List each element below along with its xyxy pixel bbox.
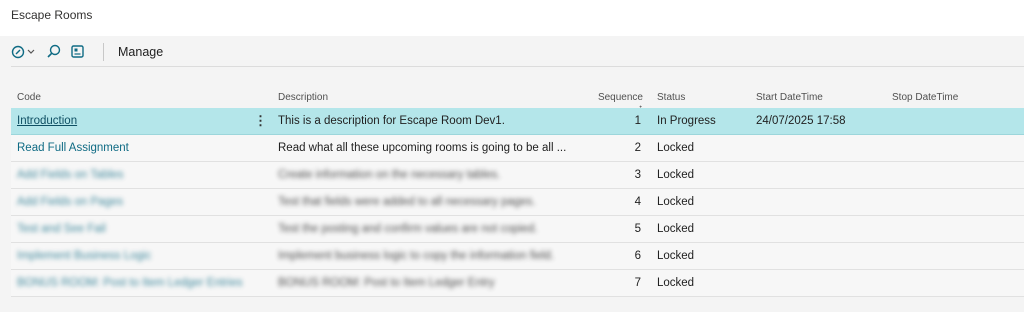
action-bar: Manage (11, 38, 1024, 67)
row-status: In Progress (657, 115, 716, 127)
row-sequence: 5 (634, 223, 641, 235)
row-sequence: 1 (634, 115, 641, 127)
row-actions-icon[interactable]: ⋮ (254, 113, 267, 129)
row-code-link[interactable]: Test and See Fail (17, 223, 106, 235)
table-row[interactable]: Read Full Assignment Read what all these… (11, 135, 1024, 162)
column-header-status[interactable]: Status (657, 92, 685, 103)
row-sequence: 6 (634, 250, 641, 262)
table-row[interactable]: Implement Business Logic Implement busin… (11, 243, 1024, 270)
column-header-stop-datetime[interactable]: Stop DateTime (892, 92, 958, 103)
row-description: Test that fields were added to all neces… (278, 196, 536, 208)
row-status: Locked (657, 250, 695, 262)
row-description: This is a description for Escape Room De… (278, 115, 505, 127)
row-status: Locked (657, 277, 695, 289)
row-description: Test the posting and confirm values are … (278, 223, 538, 235)
row-description: Implement business logic to copy the inf… (278, 250, 555, 262)
table-row[interactable]: Test and See Fail Test the posting and c… (11, 216, 1024, 243)
row-description: BONUS ROOM: Post to Item Ledger Entry (278, 277, 495, 289)
row-sequence: 2 (634, 142, 641, 154)
row-code-link[interactable]: Read Full Assignment (17, 142, 129, 154)
row-code-link[interactable]: Implement Business Logic (17, 250, 151, 262)
column-header-start-datetime[interactable]: Start DateTime (756, 92, 823, 103)
toolbar-divider (103, 43, 104, 61)
column-header-code[interactable]: Code (17, 92, 41, 103)
manage-menu[interactable]: Manage (118, 45, 163, 59)
row-status: Locked (657, 142, 695, 154)
row-sequence: 7 (634, 277, 641, 289)
row-sequence: 3 (634, 169, 641, 181)
row-code-link[interactable]: Introduction (17, 115, 77, 127)
table-row[interactable]: Add Fields on Tables Create information … (11, 162, 1024, 189)
column-header-description[interactable]: Description (278, 92, 328, 103)
table-row[interactable]: Introduction ⋮ This is a description for… (11, 108, 1024, 135)
row-code-link[interactable]: Add Fields on Pages (17, 196, 123, 208)
row-sequence: 4 (634, 196, 641, 208)
row-code-link[interactable]: Add Fields on Tables (17, 169, 124, 181)
search-icon[interactable] (45, 41, 63, 63)
row-status: Locked (657, 223, 695, 235)
sequence-label: Sequence (597, 92, 643, 103)
table-row[interactable]: BONUS ROOM: Post to Item Ledger Entries … (11, 270, 1024, 297)
escape-rooms-list: Code Description Sequence ↑ Status Start… (11, 88, 1024, 297)
row-status: Locked (657, 196, 695, 208)
row-start-datetime: 24/07/2025 17:58 (756, 115, 846, 127)
table-row[interactable]: Add Fields on Pages Test that fields wer… (11, 189, 1024, 216)
edit-list-icon[interactable] (69, 41, 87, 63)
row-description: Create information on the necessary tabl… (278, 169, 501, 181)
row-code-link[interactable]: BONUS ROOM: Post to Item Ledger Entries (17, 277, 243, 289)
copilot-icon[interactable] (11, 41, 39, 63)
page-title: Escape Rooms (0, 0, 1024, 36)
row-status: Locked (657, 169, 695, 181)
row-description: Read what all these upcoming rooms is go… (278, 142, 567, 154)
column-headers: Code Description Sequence ↑ Status Start… (11, 88, 1024, 114)
